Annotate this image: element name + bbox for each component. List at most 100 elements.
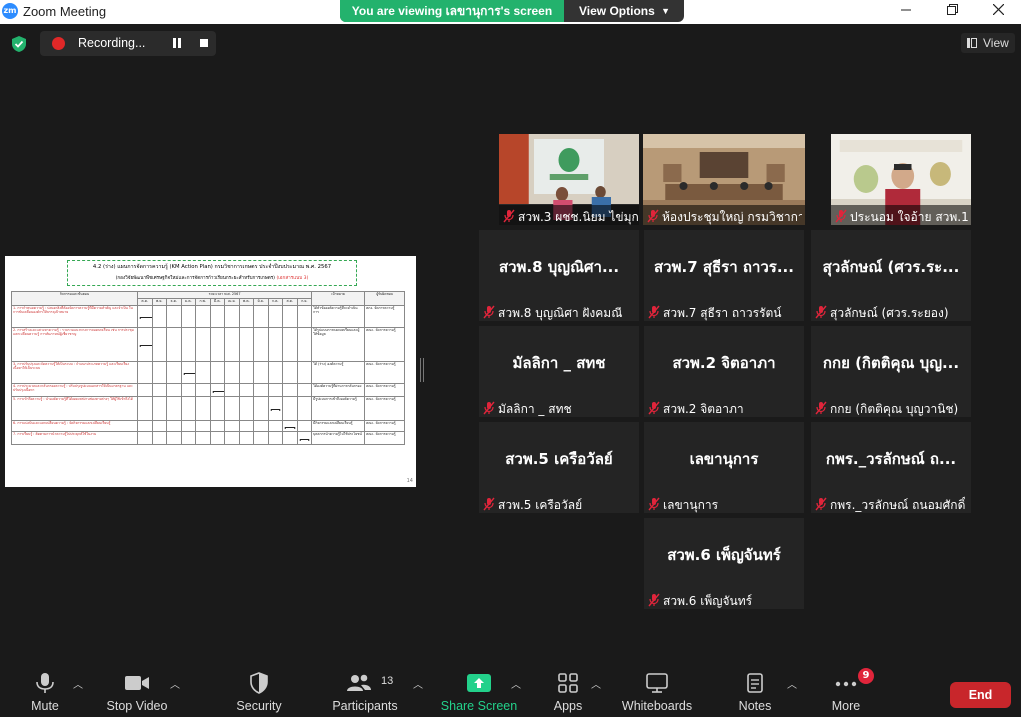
participant-tile[interactable]: สวพ.5 เครือวัลย์ สวพ.5 เครือวัลย์: [479, 422, 639, 513]
mute-button[interactable]: Mute: [15, 662, 75, 717]
month-cell: [180, 420, 196, 432]
page-number: 14: [406, 478, 413, 484]
month-cell: [209, 327, 225, 362]
plan-owner: คณะ. จัดการความรู้: [364, 327, 406, 362]
month-cell: [267, 383, 283, 397]
security-shield-icon[interactable]: [10, 35, 28, 53]
month-cell: [238, 361, 254, 384]
participant-tile[interactable]: กกย (กิตติคุณ บุญ... กกย (กิตติคุณ บุญวาน…: [811, 326, 971, 417]
participant-tile[interactable]: สวพ.2 จิตอาภา สวพ.2 จิตอาภา: [644, 326, 804, 417]
end-meeting-button[interactable]: End: [950, 682, 1011, 708]
participant-tile[interactable]: กพร._วรลักษณ์ ถ... กพร._วรลักษณ์ ถนอมศักด…: [811, 422, 971, 513]
participant-tile[interactable]: ห้องประชุมใหญ่ กรมวิชาการเ...: [643, 134, 805, 225]
month-cell: [151, 431, 167, 445]
participant-footer: กพร._วรลักษณ์ ถนอมศักดิ์: [811, 493, 971, 513]
participant-tile[interactable]: เลขานุการ เลขานุการ: [644, 422, 804, 513]
month-cell: [195, 396, 211, 421]
view-options-button[interactable]: View Options ▼: [564, 0, 684, 22]
microphone-muted-icon: [483, 400, 495, 415]
plan-owner: คณะ. จัดการความรู้: [364, 383, 406, 397]
month-cell: [209, 383, 225, 397]
month-cell: [180, 396, 196, 421]
participant-display-name: กพร._วรลักษณ์ ถ...: [825, 450, 957, 468]
month-cell: [195, 383, 211, 397]
participant-tile[interactable]: มัลลิกา _ สทช มัลลิกา _ สทช: [479, 326, 639, 417]
participant-tile[interactable]: สวพ.6 เพ็ญจันทร์ สวพ.6 เพ็ญจันทร์: [644, 518, 804, 609]
plan-row: 7. การเรียนรู้ : ติดตามการนำความรู้ไปประ…: [11, 431, 406, 445]
view-options-label: View Options: [579, 4, 655, 18]
maximize-button[interactable]: [929, 0, 975, 24]
whiteboards-button[interactable]: Whiteboards: [618, 662, 696, 717]
security-button[interactable]: Security: [229, 662, 289, 717]
header-period: ระยะเวลา พ.ศ. 2567: [136, 291, 313, 299]
participant-tile[interactable]: สวพ.7 สุธีรา ถาวร... สวพ.7 สุธีรา ถาวรรัต…: [644, 230, 804, 321]
apps-button[interactable]: Apps: [543, 662, 593, 717]
participants-button[interactable]: 13 Participants: [330, 662, 400, 717]
month-cell: [267, 420, 283, 432]
month-cell: [151, 361, 167, 384]
month-header: ก.พ.: [195, 298, 211, 306]
month-cell: [238, 431, 254, 445]
participants-options-chevron-icon[interactable]: ︿: [413, 676, 423, 691]
month-cell: [195, 431, 211, 445]
minimize-button[interactable]: [883, 0, 929, 24]
participant-tile[interactable]: ประนอม ใจอ้าย สวพ.1: [831, 134, 971, 225]
more-dots-icon: [835, 681, 857, 687]
month-cell: [253, 327, 269, 362]
audio-options-chevron-icon[interactable]: ︿: [73, 676, 83, 691]
notes-button[interactable]: Notes: [730, 662, 780, 717]
shared-screen[interactable]: 4.2 (ร่าง) แผนการจัดการความรู้ (KM Actio…: [5, 256, 416, 487]
month-cell: [166, 431, 182, 445]
view-layout-icon: [967, 38, 977, 48]
notes-options-chevron-icon[interactable]: ︿: [787, 676, 797, 691]
stop-video-button[interactable]: Stop Video: [102, 662, 172, 717]
split-view-handle[interactable]: [420, 358, 424, 382]
participants-count: 13: [381, 675, 394, 687]
month-cell: [209, 361, 225, 384]
month-cell: [282, 361, 298, 384]
gantt-bar: [269, 408, 281, 411]
month-cell: [195, 361, 211, 384]
month-cell: [209, 396, 225, 421]
more-button[interactable]: 9 More: [821, 662, 874, 717]
gantt-bar: [139, 344, 152, 347]
participant-tile[interactable]: สวพ.8 บุญณิศา... สวพ.8 บุญณิศา ฝังคมณี: [479, 230, 639, 321]
month-header: ก.ค.: [267, 298, 283, 306]
month-cell: [137, 327, 153, 362]
header-target: เป้าหมาย: [311, 291, 366, 306]
apps-options-chevron-icon[interactable]: ︿: [591, 676, 601, 691]
month-cell: [282, 327, 298, 362]
video-options-chevron-icon[interactable]: ︿: [170, 676, 180, 691]
pause-recording-icon[interactable]: [172, 38, 182, 49]
stop-recording-icon[interactable]: [200, 39, 208, 47]
month-header: ม.ค.: [180, 298, 196, 306]
plan-activity: 7. การเรียนรู้ : ติดตามการนำความรู้ไปประ…: [11, 431, 138, 445]
document-subtitle-text: (กองวิจัยพัฒนาพืชเศรษฐกิจใหม่และการจัดกา…: [115, 276, 275, 281]
close-button[interactable]: [975, 0, 1021, 24]
month-cell: [267, 361, 283, 384]
plan-target: มีรูปแบบการเข้าถึงองค์ความรู้: [311, 396, 366, 421]
participant-tile[interactable]: สุวลักษณ์ (ศวร.ระ... สุวลักษณ์ (ศวร.ระยอง…: [811, 230, 971, 321]
month-cell: [282, 383, 298, 397]
month-cell: [166, 361, 182, 384]
participant-tile[interactable]: สวพ.3 ผชช.นิยม ไข่มุกข์: [499, 134, 639, 225]
month-cell: [137, 383, 153, 397]
share-screen-button[interactable]: Share Screen: [440, 662, 518, 717]
month-cell: [224, 431, 240, 445]
plan-target: บุคลากรนำความรู้ไปใช้ประโยชน์: [311, 431, 366, 445]
month-cell: [180, 327, 196, 362]
month-cell: [296, 420, 313, 432]
participant-footer: มัลลิกา _ สทช: [479, 397, 639, 417]
chevron-down-icon: ▼: [661, 6, 670, 16]
gantt-bar: [211, 390, 224, 393]
share-options-chevron-icon[interactable]: ︿: [511, 676, 521, 691]
month-cell: [296, 396, 313, 421]
month-cell: [180, 383, 196, 397]
view-button[interactable]: View: [961, 33, 1015, 53]
participant-footer: สวพ.3 ผชช.นิยม ไข่มุกข์: [499, 205, 639, 225]
month-cell: [296, 383, 313, 397]
participant-display-name: สวพ.5 เครือวัลย์: [505, 450, 613, 468]
month-cell: [296, 327, 313, 362]
month-cell: [253, 431, 269, 445]
month-cell: [209, 431, 225, 445]
